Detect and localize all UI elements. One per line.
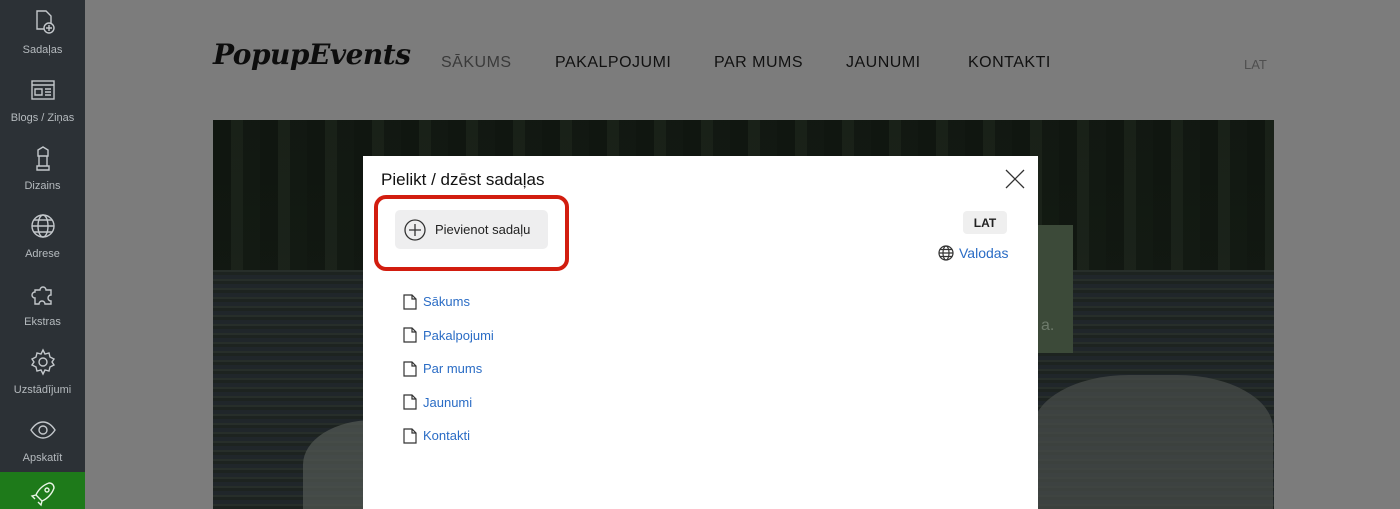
sidebar-item-design[interactable]: Dizains [0,136,85,204]
languages-link-label: Valodas [959,245,1009,261]
highlight-annotation [374,195,569,271]
page-link[interactable]: Pakalpojumi [423,328,494,343]
blog-icon [30,80,55,100]
nav-item-news[interactable]: JAUNUMI [846,54,921,72]
sidebar-item-blog[interactable]: Blogs / Ziņas [0,68,85,136]
gear-icon [30,348,55,376]
close-button[interactable] [1004,168,1026,190]
site-logo[interactable]: PopupEvents [213,38,411,71]
rocket-icon [30,482,55,507]
design-icon [35,146,50,171]
nav-item-about[interactable]: PAR MUMS [714,54,803,72]
globe-icon [30,214,55,238]
list-item[interactable]: Pakalpojumi [403,319,494,353]
language-badge[interactable]: LAT [963,211,1007,234]
sidebar-item-address[interactable]: Adrese [0,204,85,272]
sidebar-item-label: Adrese [25,248,60,260]
languages-link[interactable]: Valodas [938,245,1009,261]
sidebar-item-label: Sadaļas [22,44,63,56]
puzzle-icon [30,286,52,305]
page-icon [403,428,417,444]
sidebar-item-label: Ekstras [24,316,61,328]
page-icon [403,361,417,377]
add-page-icon [35,10,55,34]
page-icon [403,327,417,343]
pages-list: Sākums Pakalpojumi Par mums Jaunumi Kont… [403,285,494,453]
nav-item-services[interactable]: PAKALPOJUMI [555,54,671,72]
nav-item-home[interactable]: SĀKUMS [441,54,512,72]
list-item[interactable]: Kontakti [403,419,494,453]
close-icon [1005,169,1025,189]
page-icon [403,394,417,410]
site-language-switch[interactable]: LAT [1244,57,1267,72]
page-icon [403,294,417,310]
sidebar-item-label: Blogs / Ziņas [10,112,75,124]
globe-icon [938,245,954,261]
sidebar-item-publish[interactable] [0,472,85,509]
hero-text-panel: a. [1033,225,1073,353]
sidebar-item-preview[interactable]: Apskatīt [0,408,85,476]
page-link[interactable]: Kontakti [423,428,470,443]
page-link[interactable]: Par mums [423,361,482,376]
hero-people-right [1033,375,1273,509]
sidebar-item-label: Dizains [24,180,61,192]
nav-item-contacts[interactable]: KONTAKTI [968,54,1051,72]
eye-icon [29,421,56,439]
page-link[interactable]: Jaunumi [423,395,472,410]
list-item[interactable]: Sākums [403,285,494,319]
hero-text-fragment: a. [1041,317,1055,334]
list-item[interactable]: Par mums [403,352,494,386]
sidebar-item-sections[interactable]: Sadaļas [0,0,85,68]
sidebar-item-label: Apskatīt [22,452,63,464]
sidebar-item-label: Uzstādījumi [13,384,72,396]
editor-sidebar: Sadaļas Blogs / Ziņas Dizains Adrese Eks… [0,0,85,509]
sidebar-item-settings[interactable]: Uzstādījumi [0,340,85,408]
page-link[interactable]: Sākums [423,294,470,309]
modal-title: Pielikt / dzēst sadaļas [381,170,545,189]
list-item[interactable]: Jaunumi [403,386,494,420]
sidebar-item-extras[interactable]: Ekstras [0,272,85,340]
